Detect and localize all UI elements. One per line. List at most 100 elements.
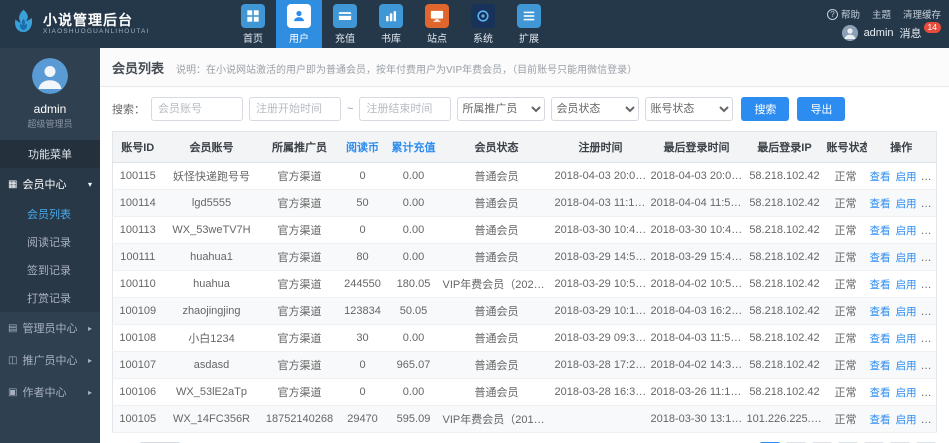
action-link[interactable]: 启用 [896, 279, 917, 291]
action-link[interactable]: 查看 [870, 225, 891, 237]
top-nav-item[interactable]: 用户 [276, 0, 322, 48]
action-link[interactable]: 查看 [870, 252, 891, 264]
column-header: 最后登录时间 [649, 132, 745, 163]
site-icon [425, 4, 449, 28]
column-header: 账号状态 [825, 132, 867, 163]
sortable-column-header[interactable]: 阅读币 [339, 132, 387, 163]
cell-reg_time: 2018-03-29 14:55:22 [553, 244, 649, 271]
reg-start-input[interactable] [249, 97, 341, 121]
action-link[interactable]: 软删 [922, 414, 937, 426]
sidebar-subitem[interactable]: 打赏记录 [0, 284, 100, 312]
action-link[interactable]: 软删 [922, 306, 937, 318]
action-link[interactable]: 启用 [896, 225, 917, 237]
top-nav-item[interactable]: 书库 [368, 0, 414, 48]
table-row: 100106WX_53lE2aTp官方渠道00.00普通会员2018-03-28… [113, 379, 937, 406]
top-nav-item[interactable]: 充值 [322, 0, 368, 48]
cell-member_status: 普通会员 [441, 190, 553, 217]
cell-actions: 查看 启用 软删 [867, 298, 937, 325]
action-link[interactable]: 查看 [870, 387, 891, 399]
action-link[interactable]: 软删 [922, 171, 937, 183]
top-header: 小说管理后台 XIAOSHUOGUANLIHOUTAI 首页用户充值书库站点系统… [0, 0, 949, 48]
top-nav-item[interactable]: 站点 [414, 0, 460, 48]
cell-id: 100110 [113, 271, 163, 298]
admin-menu[interactable]: admin [864, 27, 894, 39]
sidebar-item[interactable]: ▣作者中心▸ [0, 376, 100, 408]
library-icon [379, 4, 403, 28]
sortable-column-header[interactable]: 累计充值 [387, 132, 441, 163]
cell-account: WX_53weTV7H [163, 217, 261, 244]
cell-member_status: VIP年费会员（2020-03-29） [441, 271, 553, 298]
action-link[interactable]: 启用 [896, 414, 917, 426]
clear-cache-link[interactable]: 清理缓存 [903, 7, 941, 21]
action-link[interactable]: 启用 [896, 387, 917, 399]
sidebar-item[interactable]: ▦会员中心▾ [0, 168, 100, 200]
cell-reg_time: 2018-03-29 10:18:30 [553, 298, 649, 325]
action-link[interactable]: 启用 [896, 306, 917, 318]
action-link[interactable]: 软删 [922, 279, 937, 291]
help-link[interactable]: ?帮助 [827, 7, 860, 21]
top-nav-item[interactable]: 扩展 [506, 0, 552, 48]
cell-id: 100107 [113, 352, 163, 379]
action-link[interactable]: 软删 [922, 333, 937, 345]
action-link[interactable]: 启用 [896, 198, 917, 210]
cell-reg_time: 2018-03-29 09:30:29 [553, 325, 649, 352]
column-header: 操作 [867, 132, 937, 163]
cell-last_login: 2018-04-03 11:57:55 [649, 325, 745, 352]
date-separator: ~ [347, 103, 353, 115]
cell-recharge: 0.00 [387, 325, 441, 352]
action-link[interactable]: 软删 [922, 360, 937, 372]
cell-reg_time: 2018-03-30 10:48:53 [553, 217, 649, 244]
action-link[interactable]: 查看 [870, 333, 891, 345]
action-link[interactable]: 启用 [896, 252, 917, 264]
top-nav-item[interactable]: 首页 [230, 0, 276, 48]
promoter-select[interactable]: 所属推广员 [457, 97, 545, 121]
cell-last_ip: 58.218.102.42 [745, 217, 825, 244]
account-status-select[interactable]: 账号状态 [645, 97, 733, 121]
action-link[interactable]: 软删 [922, 198, 937, 210]
sidebar-subitem[interactable]: 会员列表 [0, 200, 100, 228]
action-link[interactable]: 启用 [896, 333, 917, 345]
action-link[interactable]: 查看 [870, 306, 891, 318]
theme-link[interactable]: 主题 [872, 7, 891, 21]
system-icon [471, 4, 495, 28]
user-avatar[interactable] [32, 58, 68, 94]
cell-recharge: 965.07 [387, 352, 441, 379]
export-button[interactable]: 导出 [797, 97, 845, 121]
messages-link[interactable]: 消息 14 [900, 25, 941, 41]
menu-icon: ▣ [8, 387, 17, 398]
cell-promoter: 官方渠道 [261, 217, 339, 244]
action-link[interactable]: 启用 [896, 171, 917, 183]
sidebar-subitem[interactable]: 阅读记录 [0, 228, 100, 256]
action-link[interactable]: 启用 [896, 360, 917, 372]
app-logo[interactable]: 小说管理后台 XIAOSHUOGUANLIHOUTAI [10, 0, 200, 48]
action-link[interactable]: 软删 [922, 225, 937, 237]
action-link[interactable]: 软删 [922, 252, 937, 264]
column-header: 会员账号 [163, 132, 261, 163]
app-root: 小说管理后台 XIAOSHUOGUANLIHOUTAI 首页用户充值书库站点系统… [0, 0, 949, 443]
cell-last_login: 2018-03-30 10:49:20 [649, 217, 745, 244]
search-button[interactable]: 搜索 [741, 97, 789, 121]
cell-promoter: 官方渠道 [261, 352, 339, 379]
action-link[interactable]: 查看 [870, 171, 891, 183]
member-status-select[interactable]: 会员状态 [551, 97, 639, 121]
table-row: 100115妖怪快递跑号号官方渠道00.00普通会员2018-04-03 20:… [113, 163, 937, 190]
action-link[interactable]: 查看 [870, 414, 891, 426]
action-link[interactable]: 查看 [870, 279, 891, 291]
sidebar-subitem[interactable]: 签到记录 [0, 256, 100, 284]
top-nav-item[interactable]: 系统 [460, 0, 506, 48]
cell-actions: 查看 启用 软删 [867, 244, 937, 271]
reg-end-input[interactable] [359, 97, 451, 121]
top-nav-label: 站点 [427, 30, 447, 45]
cell-coins: 244550 [339, 271, 387, 298]
sidebar-item[interactable]: ▤管理员中心▸ [0, 312, 100, 344]
sidebar-menu: ▦会员中心▾会员列表阅读记录签到记录打赏记录▤管理员中心▸◫推广员中心▸▣作者中… [0, 168, 100, 408]
cell-actions: 查看 启用 软删 [867, 271, 937, 298]
cell-recharge: 180.05 [387, 271, 441, 298]
action-link[interactable]: 软删 [922, 387, 937, 399]
action-link[interactable]: 查看 [870, 360, 891, 372]
member-account-input[interactable] [151, 97, 243, 121]
member-table: 账号ID会员账号所属推广员阅读币累计充值会员状态注册时间最后登录时间最后登录IP… [112, 131, 937, 433]
sidebar-item[interactable]: ◫推广员中心▸ [0, 344, 100, 376]
action-link[interactable]: 查看 [870, 198, 891, 210]
cell-member_status: 普通会员 [441, 244, 553, 271]
